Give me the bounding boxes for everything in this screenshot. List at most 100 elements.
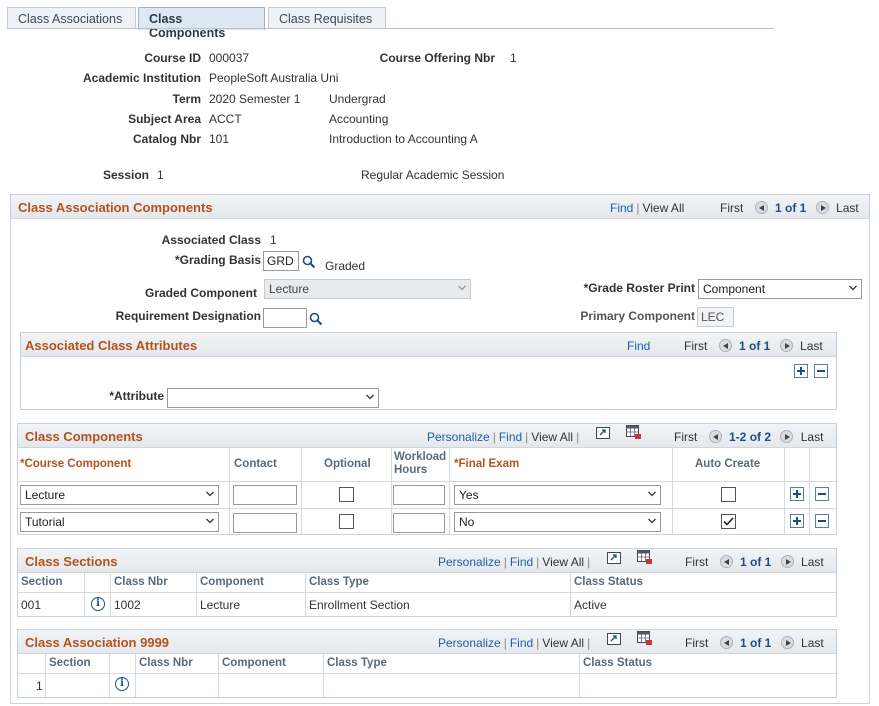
- course-id-label: Course ID: [144, 51, 201, 65]
- find-link[interactable]: Find: [510, 555, 533, 569]
- add-row-button[interactable]: [790, 514, 804, 528]
- find-link[interactable]: Find: [499, 430, 522, 444]
- find-link[interactable]: Find: [627, 339, 650, 353]
- workload-line1: Workload: [394, 451, 447, 463]
- personalize-link[interactable]: Personalize: [438, 636, 501, 650]
- component-value: Lecture: [200, 598, 241, 612]
- tab-class-associations[interactable]: Class Associations: [7, 7, 136, 29]
- divider: [18, 508, 836, 509]
- view-all-link[interactable]: View All: [542, 636, 584, 650]
- col-section: Section: [49, 657, 91, 669]
- divider: [784, 448, 785, 534]
- add-row-button[interactable]: [794, 364, 808, 378]
- download-excel-icon[interactable]: [626, 425, 642, 440]
- next-icon[interactable]: [780, 430, 794, 443]
- divider: [18, 673, 836, 674]
- col-class-status: Class Status: [583, 657, 653, 669]
- chevron-down-icon: [458, 285, 466, 291]
- delete-row-button[interactable]: [815, 514, 829, 528]
- auto-create-checkbox[interactable]: [721, 487, 736, 502]
- optional-checkbox[interactable]: [339, 514, 354, 529]
- divider: [301, 448, 302, 534]
- requirement-designation-lookup-icon[interactable]: [309, 312, 323, 326]
- chevron-down-icon: [648, 518, 656, 524]
- previous-icon[interactable]: [719, 636, 733, 649]
- course-component-select[interactable]: Tutorial: [20, 512, 219, 532]
- optional-checkbox[interactable]: [339, 487, 354, 502]
- tab-class-requisites[interactable]: Class Requisites: [268, 7, 386, 29]
- delete-row-button[interactable]: [814, 364, 828, 378]
- view-all-link[interactable]: View All: [542, 555, 584, 569]
- chevron-down-icon: [206, 491, 214, 497]
- panel-header: Class Association Components Find | View A…: [11, 195, 869, 219]
- add-row-button[interactable]: [790, 487, 804, 501]
- find-link[interactable]: Find: [610, 201, 633, 215]
- first-label: First: [684, 339, 708, 353]
- grading-basis-input[interactable]: GRD: [263, 251, 299, 271]
- zoom-grid-icon[interactable]: [607, 633, 621, 645]
- class-sections-title: Class Sections: [25, 554, 118, 569]
- next-icon[interactable]: [815, 201, 829, 214]
- term-value: 2020 Semester 1: [209, 92, 301, 106]
- col-component: Component: [200, 576, 264, 588]
- info-icon[interactable]: i: [115, 677, 129, 691]
- personalize-link[interactable]: Personalize: [427, 430, 490, 444]
- catalog-nbr-value: 101: [209, 132, 230, 146]
- contact-input[interactable]: [233, 485, 297, 505]
- grading-basis-lookup-icon[interactable]: [302, 255, 316, 269]
- info-icon[interactable]: i: [91, 597, 105, 611]
- divider: [18, 481, 836, 482]
- view-all-link[interactable]: View All: [642, 201, 684, 215]
- attribute-select[interactable]: [167, 388, 379, 408]
- course-component-select[interactable]: Lecture: [20, 485, 219, 505]
- next-icon[interactable]: [780, 636, 794, 649]
- final-exam-value: No: [459, 515, 475, 529]
- row-count: 1 of 1: [740, 636, 772, 650]
- view-all-link[interactable]: View All: [531, 430, 573, 444]
- previous-icon[interactable]: [719, 555, 733, 568]
- previous-icon[interactable]: [718, 339, 732, 352]
- graded-component-select: Lecture: [264, 279, 471, 299]
- next-icon[interactable]: [779, 339, 793, 352]
- zoom-grid-icon[interactable]: [596, 427, 610, 439]
- col-class-nbr: Class Nbr: [114, 576, 168, 588]
- grade-roster-value: Component: [703, 282, 766, 296]
- session-value: 1: [157, 168, 164, 182]
- first-label: First: [720, 201, 744, 215]
- checkmark-icon: [723, 517, 734, 526]
- personalize-link[interactable]: Personalize: [438, 555, 501, 569]
- final-exam-select[interactable]: No: [454, 512, 661, 532]
- next-icon[interactable]: [780, 555, 794, 568]
- first-label: First: [685, 555, 709, 569]
- requirement-designation-label: Requirement Designation: [115, 309, 261, 323]
- workload-hours-input[interactable]: [393, 485, 445, 505]
- subject-area-desc: Accounting: [329, 112, 389, 126]
- institution-label: Academic Institution: [82, 71, 201, 85]
- grade-roster-select[interactable]: Component: [698, 279, 862, 299]
- delete-row-button[interactable]: [815, 487, 829, 501]
- auto-create-checkbox[interactable]: [721, 514, 736, 529]
- tab-class-components[interactable]: Class Components: [138, 7, 265, 40]
- first-label: First: [685, 636, 709, 650]
- final-exam-select[interactable]: Yes: [454, 485, 661, 505]
- previous-icon[interactable]: [754, 201, 768, 214]
- previous-icon[interactable]: [708, 430, 722, 443]
- col-class-status: Class Status: [574, 576, 644, 588]
- zoom-grid-icon[interactable]: [607, 552, 621, 564]
- class-status-value: Active: [574, 598, 607, 612]
- col-section: Section: [21, 576, 63, 588]
- divider: [570, 573, 571, 616]
- requirement-designation-input[interactable]: [263, 308, 307, 328]
- download-excel-icon[interactable]: [637, 550, 653, 565]
- divider: [391, 448, 392, 534]
- divider: [672, 448, 673, 534]
- workload-hours-input[interactable]: [393, 513, 445, 533]
- career-value: Undergrad: [329, 92, 386, 106]
- subject-area-value: ACCT: [209, 112, 242, 126]
- find-link[interactable]: Find: [510, 636, 533, 650]
- last-label: Last: [800, 430, 824, 444]
- contact-input[interactable]: [233, 513, 297, 533]
- associated-class-value: 1: [270, 233, 277, 247]
- download-excel-icon[interactable]: [637, 631, 653, 646]
- grading-basis-desc: Graded: [325, 259, 366, 273]
